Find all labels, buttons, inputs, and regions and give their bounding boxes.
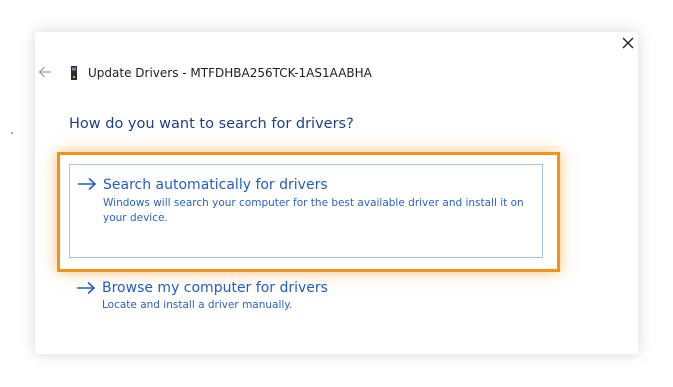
option-title: Search automatically for drivers (103, 177, 328, 193)
page-heading: How do you want to search for drivers? (69, 116, 354, 132)
search-automatically-option[interactable]: Search automatically for drivers Windows… (69, 164, 543, 258)
back-arrow-icon[interactable] (38, 65, 52, 79)
right-arrow-icon (77, 281, 96, 295)
device-icon (71, 66, 77, 80)
stray-dot (11, 132, 13, 134)
right-arrow-icon (78, 177, 97, 191)
option-description: Windows will search your computer for th… (103, 197, 524, 224)
close-icon[interactable] (620, 35, 636, 51)
dialog-title: Update Drivers - MTFDHBA256TCK-1AS1AABHA (88, 66, 372, 80)
browse-computer-option[interactable]: Browse my computer for drivers Locate an… (69, 276, 541, 318)
option-title: Browse my computer for drivers (102, 280, 328, 296)
option-description: Locate and install a driver manually. (102, 299, 293, 311)
